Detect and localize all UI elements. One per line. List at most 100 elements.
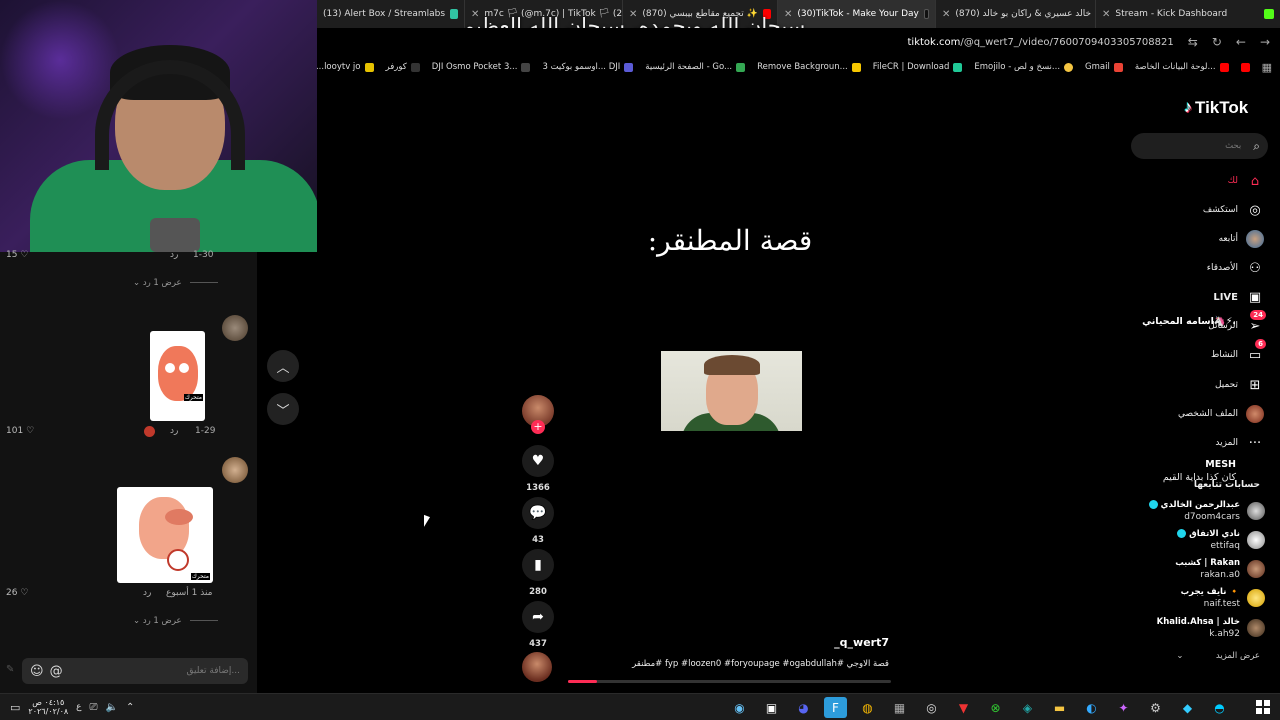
bookmark-item[interactable]: Remove Backgroun... [757,62,861,72]
bookmark-item[interactable]: مسلسلات ...looytv jo [317,62,374,72]
comment-button[interactable]: 💬 43 [522,497,554,545]
like-button[interactable]: ♥ 1366 [522,445,554,493]
see-more-button[interactable]: ⌄ عرض المزيد [1176,651,1260,661]
reply-button[interactable]: رد [143,588,151,598]
folder-icon[interactable]: ▬ [1048,697,1071,718]
avatar[interactable] [222,315,248,341]
nav-following[interactable]: أتابعه [1219,230,1264,248]
reload-icon[interactable]: ↻ [1212,35,1222,49]
bookmarks-bar: مسلسلات ...looytv jo كورفر DJI Osmo Pock… [317,56,1280,78]
calculator-icon[interactable]: ▦ [888,697,911,718]
app-icon[interactable]: ◈ [1016,697,1039,718]
xbox-icon[interactable]: ⊗ [984,697,1007,718]
apps-grid-icon[interactable]: ▦ [1262,61,1272,74]
nav-messages[interactable]: الرسائل ➢ 24 [1208,310,1266,335]
next-video-button[interactable]: ﹀ [267,393,299,425]
nav-profile[interactable]: الملف الشخصي [1178,405,1264,423]
tab-alert-box[interactable]: (13) Alert Box / Streamlabs [317,0,465,28]
show-replies-button[interactable]: ⌄ عرض 1 رد [133,278,218,288]
nav-explore[interactable]: استكشف ◎ [1203,201,1264,219]
emoji-icon[interactable]: ☺ [30,664,44,679]
search-icon[interactable]: ⌕ [1253,139,1260,154]
bookmark-item[interactable]: الصفحة الرئيسية - Go... [645,62,746,72]
steam-icon[interactable]: ◉ [728,697,751,718]
bookmark-item[interactable]: DJI Osmo Pocket 3... [432,62,531,72]
tab-kick[interactable]: ✕ Stream - Kick Dashboard [1096,0,1280,28]
share-page-icon[interactable]: ⇆ [1188,35,1198,49]
save-button[interactable]: ▮ 280 [522,549,554,597]
close-icon[interactable]: ✕ [1102,9,1110,20]
bookmark-item[interactable]: لوحة البيانات الخاصة... [1135,62,1229,72]
copilot-icon[interactable]: ◆ [1176,697,1199,718]
windows-start-icon[interactable] [1256,700,1270,714]
tiktok-logo[interactable]: ♪ TikTok [1184,98,1248,118]
clock[interactable]: ٠٤:١٥ ص ٢٠٢٦/٠٢/٠٨ [28,698,68,716]
nav-more[interactable]: المزيد ··· [1215,434,1264,452]
app-icon[interactable]: F [824,697,847,718]
comment-likes[interactable]: 15 ♡ [6,250,28,260]
bookmark-label: كورفر [385,62,407,72]
account-handle: k.ah92 [1209,629,1240,639]
bookmark-item[interactable] [1240,62,1250,72]
follow-plus-icon[interactable]: + [531,420,545,434]
following-account[interactable]: نايف يجرب 🔸 naif.test [1181,586,1265,610]
comment-author[interactable]: MESH [1205,459,1236,470]
following-account[interactable]: عبدالرحمن الخالدي d7oom4cars [1148,499,1265,523]
bookmark-item[interactable]: Emojilo - نسخ و لص... [974,62,1074,72]
save-count: 280 [529,587,547,597]
gear-icon[interactable]: ⚙ [1144,697,1167,718]
bookmark-item[interactable]: FileCR | Download [873,62,963,72]
reply-button[interactable]: رد [170,426,178,436]
app-icon[interactable]: ▣ [760,697,783,718]
edge-icon[interactable]: ◓ [1208,697,1231,718]
music-disc[interactable] [522,652,552,682]
mention-icon[interactable]: @ [50,664,63,679]
comment-likes[interactable]: 101 ♡ [6,426,34,436]
obs-icon[interactable]: ◎ [920,697,943,718]
show-replies-button[interactable]: ⌄ عرض 1 رد [133,616,218,626]
app-icon[interactable]: ✦ [1112,697,1135,718]
chevron-up-icon[interactable]: ⌃ [126,702,134,713]
bookmark-item[interactable]: اوسمو بوكيت 3... DJI [542,62,634,72]
comment-input[interactable]: ☺ @ إضافة تعليق... [22,658,248,684]
url-domain: tiktok.com [907,36,961,48]
tab-label: (870) خالد عسيري & راكان بو خالد [955,9,1092,19]
network-icon[interactable]: ⎚ [90,702,98,713]
nav-activity[interactable]: النشاط ▭ 6 [1211,339,1266,364]
close-icon[interactable]: ✕ [942,9,950,20]
video-progress-bar[interactable] [568,680,891,683]
forward-icon[interactable]: → [1260,35,1270,49]
tab-khalid[interactable]: ✕ (870) خالد عسيري & راكان بو خالد [936,0,1096,28]
nav-upload[interactable]: تحميل ⊞ [1215,376,1264,394]
nav-for-you[interactable]: لك ⌂ [1228,172,1264,190]
following-account[interactable]: نادي الاتفاق ettifaq [1177,528,1265,552]
live-icon: ▣ [1248,289,1262,305]
address-bar: tiktok.com/@q_wert7_/video/7600709403305… [317,28,1280,56]
avatar[interactable] [222,457,248,483]
bookmark-item[interactable]: كورفر [386,62,420,72]
language-indicator[interactable]: ع [76,702,81,712]
following-account[interactable]: كشبب | Rakan rakan.a0 [1175,557,1265,581]
previous-video-button[interactable]: ︿ [267,350,299,382]
following-account[interactable]: Khalid.Ahsa | خالد k.ah92 [1157,616,1265,640]
reply-button[interactable]: رد [170,250,178,260]
bookmark-item[interactable]: Gmail [1085,62,1123,72]
clock-date: ٢٠٢٦/٠٢/٠٨ [28,707,69,716]
nav-friends[interactable]: الأصدقاء ⚇ [1207,259,1264,277]
app-icon[interactable]: ▼ [952,697,975,718]
comment-likes[interactable]: 26 ♡ [6,588,28,598]
discord-icon[interactable]: ◕ [792,697,815,718]
notification-icon[interactable]: ▭ [10,701,20,714]
avatar [1247,619,1265,637]
nav-live[interactable]: LIVE ▣ [1213,288,1264,306]
chrome-icon[interactable]: ◍ [856,697,879,718]
volume-icon[interactable]: 🔈 [106,702,118,713]
nav-label: تحميل [1214,380,1238,390]
search-input[interactable]: بحث ⌕ [1131,133,1268,159]
video-author-username[interactable]: _q_wert7 [770,636,889,649]
back-icon[interactable]: ← [1236,35,1246,49]
url-field[interactable]: tiktok.com/@q_wert7_/video/7600709403305… [908,37,1174,48]
bookmark-label: مسلسلات ...looytv jo [317,62,361,72]
edge-icon[interactable]: ◐ [1080,697,1103,718]
share-button[interactable]: ➦ 437 [522,601,554,649]
